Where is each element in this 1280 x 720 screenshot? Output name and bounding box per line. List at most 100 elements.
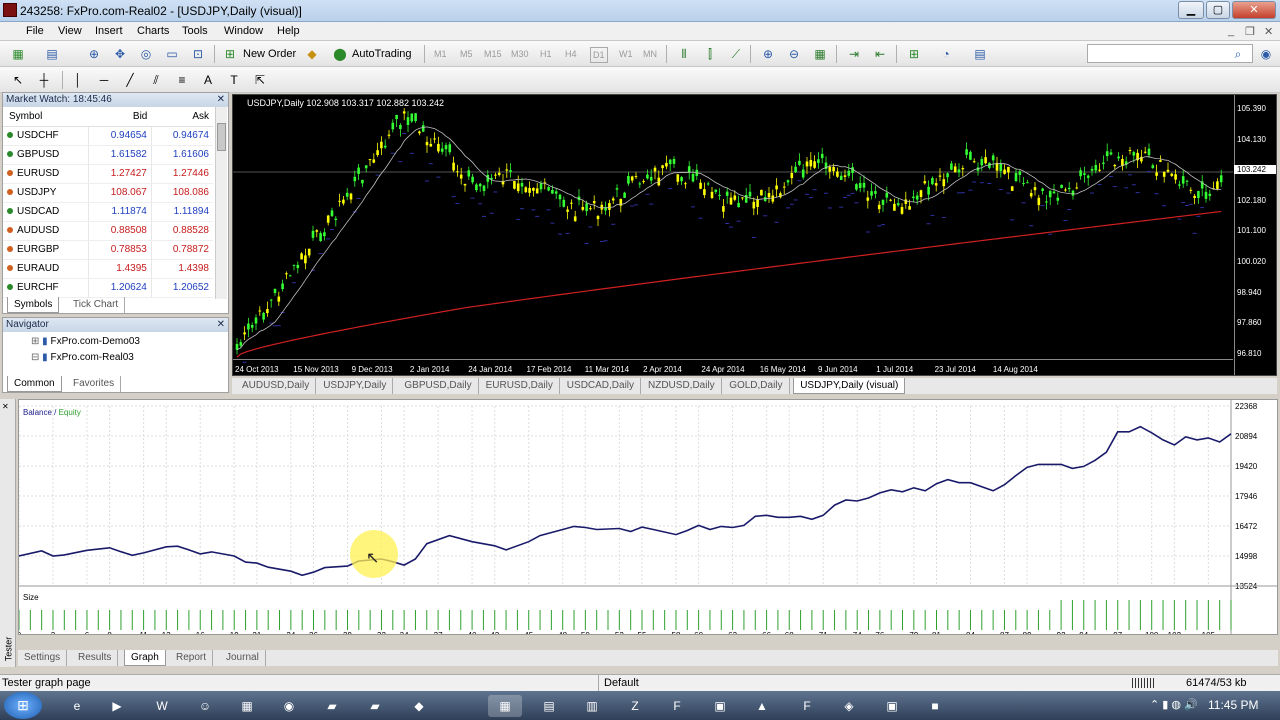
profiles-icon[interactable]: ▤ (44, 46, 60, 62)
messenger-icon[interactable]: ☺ (188, 695, 222, 717)
tf-mn[interactable]: MN (643, 45, 657, 63)
tab-symbols[interactable]: Symbols (7, 297, 60, 313)
scrollbar[interactable] (215, 107, 227, 299)
media-icon[interactable]: ▶ (100, 695, 134, 717)
folder2-icon[interactable]: ▰ (358, 695, 392, 717)
tab-common[interactable]: Common (7, 376, 62, 392)
menu-view[interactable]: View (58, 25, 82, 37)
app-icon-10[interactable]: ▣ (875, 695, 909, 717)
mt4-task-icon[interactable]: ▦ (488, 695, 522, 717)
minimize-button[interactable]: ▁ (1178, 1, 1204, 19)
trendline-icon[interactable]: ╱ (122, 72, 138, 88)
table-row[interactable]: USDCHF 0.94654 0.94674 (3, 126, 213, 146)
tab-report[interactable]: Report (170, 650, 214, 666)
menu-help[interactable]: Help (277, 25, 300, 37)
metaeditor-icon[interactable]: ◆ (304, 46, 320, 62)
start-button[interactable]: ⊞ (4, 692, 42, 719)
maximize-button[interactable]: ▢ (1206, 1, 1230, 19)
tab-tick-chart[interactable]: Tick Chart (67, 297, 126, 313)
tester-icon[interactable]: ⊡ (190, 46, 206, 62)
menu-file[interactable]: File (26, 25, 44, 37)
chart-tab[interactable]: USDJPY,Daily (visual) (793, 378, 906, 394)
nav-item-real03[interactable]: ⊟ ▮ FxPro.com-Real03 (31, 352, 134, 363)
table-row[interactable]: EURUSD 1.27427 1.27446 (3, 164, 213, 184)
periods-icon[interactable]: ◔ (938, 46, 954, 62)
tf-m1[interactable]: M1 (434, 45, 447, 63)
word-icon[interactable]: W (145, 695, 179, 717)
table-row[interactable]: AUDUSD 0.88508 0.88528 (3, 221, 213, 241)
tf-w1[interactable]: W1 (619, 45, 633, 63)
app-icon-3[interactable]: ▥ (575, 695, 609, 717)
nav-item-demo03[interactable]: ⊞ ▮ FxPro.com-Demo03 (31, 336, 140, 347)
tf-m5[interactable]: M5 (460, 45, 473, 63)
table-row[interactable]: GBPUSD 1.61582 1.61606 (3, 145, 213, 165)
arrows-icon[interactable]: ⇱ (252, 72, 268, 88)
chart-tab[interactable]: AUDUSD,Daily (236, 378, 317, 394)
cursor-icon[interactable]: ↖ (10, 72, 26, 88)
tf-m30[interactable]: M30 (511, 45, 529, 63)
mdi-close-icon[interactable]: ✕ (1264, 25, 1273, 38)
tab-graph[interactable]: Graph (124, 650, 166, 666)
chart-tab[interactable]: EURUSD,Daily (480, 378, 560, 394)
table-row[interactable]: EURGBP 0.78853 0.78872 (3, 240, 213, 260)
text-label-icon[interactable]: T (226, 72, 242, 88)
tf-d1[interactable]: D1 (590, 47, 608, 63)
search-input[interactable] (1087, 44, 1253, 63)
app-icon-9[interactable]: ◈ (832, 695, 866, 717)
chart-tab[interactable]: USDJPY,Daily (317, 378, 394, 394)
close-button[interactable]: ✕ (1232, 1, 1276, 19)
tray-icons[interactable]: ⌃ ▮ ◍ 🔊 (1150, 698, 1198, 711)
close-icon[interactable]: ✕ (2, 402, 9, 411)
chart-tab[interactable]: USDCAD,Daily (561, 378, 642, 394)
new-order-button[interactable]: New Order (243, 45, 296, 63)
app-icon-5[interactable]: F (660, 695, 694, 717)
community-icon[interactable]: ◉ (1258, 46, 1274, 62)
tab-results[interactable]: Results (72, 650, 119, 666)
table-row[interactable]: USDCAD 1.11874 1.11894 (3, 202, 213, 222)
tf-h4[interactable]: H4 (565, 45, 577, 63)
candlestick-icon[interactable]: ⫿ (702, 46, 718, 62)
app-icon-7[interactable]: ▲ (745, 695, 779, 717)
firefox-icon[interactable]: ◉ (272, 695, 306, 717)
close-icon[interactable]: ✕ (217, 93, 225, 107)
bar-chart-icon[interactable]: ⫴ (676, 46, 692, 62)
table-row[interactable]: EURAUD 1.4395 1.4398 (3, 259, 213, 279)
new-chart-icon[interactable]: ▦ (10, 46, 26, 62)
table-row[interactable]: USDJPY 108.067 108.086 (3, 183, 213, 203)
fibonacci-icon[interactable]: ≡ (174, 72, 190, 88)
line-chart-icon[interactable]: ⟋ (728, 46, 744, 62)
text-icon[interactable]: A (200, 72, 216, 88)
terminal-icon[interactable]: ▭ (164, 46, 180, 62)
menu-tools[interactable]: Tools (182, 25, 208, 37)
app-icon-4[interactable]: Z (618, 695, 652, 717)
chart-tab[interactable]: GOLD,Daily (723, 378, 790, 394)
col-symbol[interactable]: Symbol (3, 107, 89, 127)
vertical-line-icon[interactable]: │ (70, 72, 86, 88)
tab-settings[interactable]: Settings (18, 650, 68, 666)
col-ask[interactable]: Ask (151, 107, 213, 127)
tab-journal[interactable]: Journal (220, 650, 266, 666)
crosshair-icon[interactable]: ┼ (36, 72, 52, 88)
tf-h1[interactable]: H1 (540, 45, 552, 63)
calculator-icon[interactable]: ▦ (230, 695, 264, 717)
close-icon[interactable]: ✕ (217, 318, 225, 332)
price-chart[interactable]: USDJPY,Daily 102.908 103.317 102.882 103… (232, 94, 1277, 376)
chart-tab[interactable]: NZDUSD,Daily (642, 378, 722, 394)
zoom-chart-icon[interactable]: ⊕ (86, 46, 102, 62)
zoom-in-icon[interactable]: ⊕ (760, 46, 776, 62)
navigator-icon[interactable]: ✥ (112, 46, 128, 62)
tf-m15[interactable]: M15 (484, 45, 502, 63)
autoscroll-icon[interactable]: ⇥ (846, 46, 862, 62)
menu-window[interactable]: Window (224, 25, 263, 37)
menu-charts[interactable]: Charts (137, 25, 169, 37)
app-icon-8[interactable]: F (790, 695, 824, 717)
templates-icon[interactable]: ▤ (972, 46, 988, 62)
app-icon-6[interactable]: ▣ (703, 695, 737, 717)
data-window-icon[interactable]: ◎ (138, 46, 154, 62)
chart-tab[interactable]: GBPUSD,Daily (398, 378, 479, 394)
search-icon[interactable]: ⌕ (1230, 46, 1246, 62)
autotrading-button[interactable]: AutoTrading (352, 45, 412, 63)
tab-favorites[interactable]: Favorites (67, 376, 122, 392)
channel-icon[interactable]: ⫽ (148, 72, 164, 88)
app-icon-2[interactable]: ▤ (532, 695, 566, 717)
